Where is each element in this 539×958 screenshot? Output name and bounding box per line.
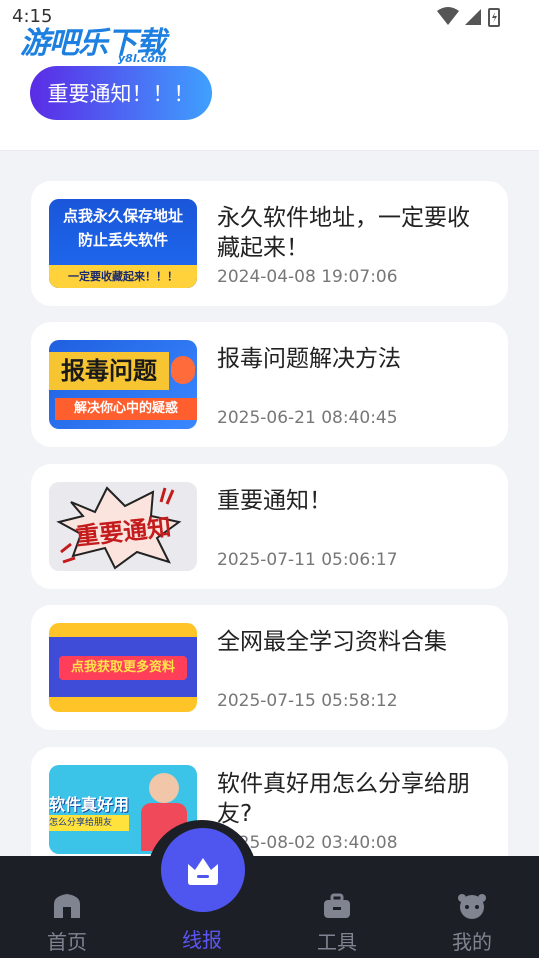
article-card[interactable]: 点我永久保存地址 防止丢失软件 一定要收藏起来！！！ 永久软件地址，一定要收藏起… (31, 181, 508, 306)
wifi-icon (437, 7, 459, 25)
toolbox-icon (324, 893, 350, 918)
article-title: 报毒问题解决方法 (217, 346, 401, 372)
status-icons (437, 6, 501, 32)
tab-label: 工具 (317, 930, 357, 954)
article-title: 重要通知！ (217, 488, 332, 514)
tab-home[interactable]: 首页 (27, 892, 107, 955)
thumb-text: 防止丢失软件 (77, 231, 168, 249)
article-card[interactable]: 重要通知 重要通知！ 2025-07-11 05:06:17 (31, 464, 508, 589)
thumb-text: 软件真好用 (49, 795, 130, 814)
profile-icon (458, 894, 486, 919)
thumb-text: 点我获取更多资料 (59, 656, 187, 680)
warning-icon (171, 356, 195, 384)
article-thumbnail: 点我永久保存地址 防止丢失软件 一定要收藏起来！！！ (49, 199, 197, 288)
article-title: 软件真好用怎么分享给朋友? (217, 771, 470, 827)
thumb-text: 点我永久保存地址 (62, 207, 183, 225)
article-title: 全网最全学习资料合集 (217, 629, 447, 655)
person-illustration (149, 773, 179, 803)
article-thumbnail: 报毒问题 解决你心中的疑惑 (49, 340, 197, 429)
article-title: 永久软件地址，一定要收藏起来！ (217, 205, 470, 261)
thumb-text: 怎么分享给朋友 (49, 815, 129, 831)
home-icon (54, 894, 80, 918)
tab-label: 首页 (47, 930, 87, 954)
article-card[interactable]: 报毒问题 解决你心中的疑惑 报毒问题解决方法 2025-06-21 08:40:… (31, 322, 508, 447)
article-date: 2025-07-11 05:06:17 (217, 550, 398, 570)
signal-icon (465, 9, 481, 25)
thumb-text: 一定要收藏起来！！！ (49, 265, 197, 288)
article-date: 2024-04-08 19:07:06 (217, 267, 398, 287)
tab-profile[interactable]: 我的 (432, 892, 512, 955)
article-card[interactable]: 软件真好用 怎么分享给朋友 软件真好用怎么分享给朋友? 2025-08-02 0… (31, 747, 508, 872)
thumb-text: 报毒问题 (49, 352, 169, 390)
thumb-text: 解决你心中的疑惑 (55, 398, 197, 420)
news-fab-button[interactable] (161, 828, 245, 912)
article-date: 2025-06-21 08:40:45 (217, 408, 398, 428)
news-icon (188, 858, 218, 885)
article-thumbnail: 点我获取更多资料 (49, 623, 197, 712)
important-notice-button[interactable]: 重要通知！！！ (30, 66, 212, 120)
tab-tools[interactable]: 工具 (297, 892, 377, 955)
tab-label: 我的 (452, 930, 492, 954)
header: 4:15 游吧乐下载 y8l.com 重要通知！！！ (0, 0, 539, 151)
article-date: 2025-07-15 05:58:12 (217, 691, 398, 711)
app-logo-sub: y8l.com (118, 52, 167, 65)
article-thumbnail: 重要通知 (49, 482, 197, 571)
article-card[interactable]: 点我获取更多资料 全网最全学习资料合集 2025-07-15 05:58:12 (31, 605, 508, 730)
bottom-tab-bar: 首页 线报 工具 我的 (0, 856, 539, 958)
